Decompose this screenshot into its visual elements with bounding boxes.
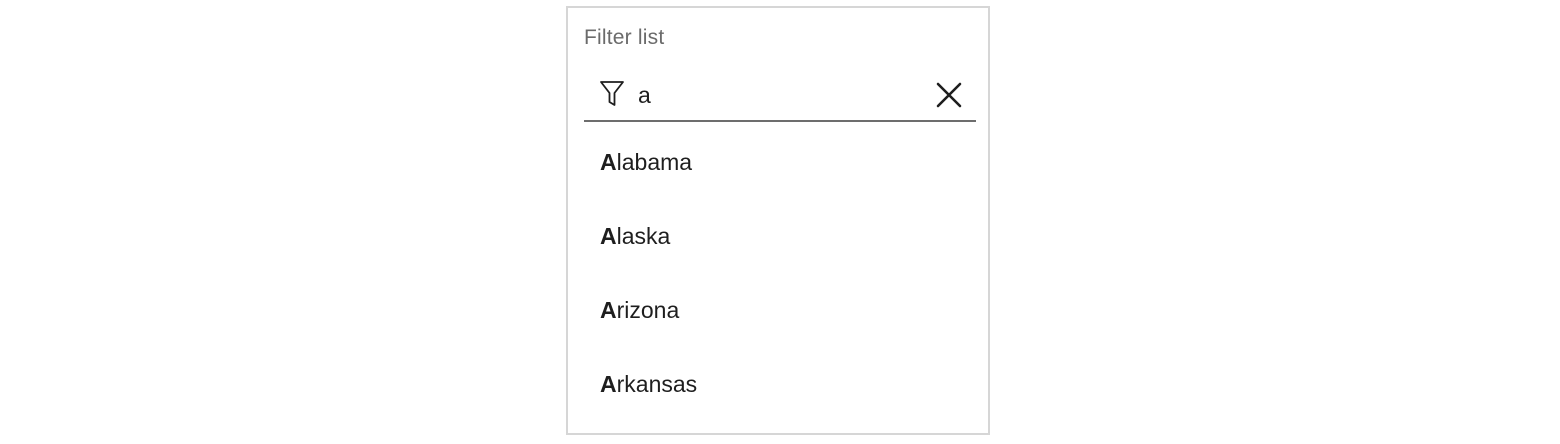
match-highlight: A	[600, 371, 617, 397]
list-item[interactable]: Alabama	[568, 130, 988, 204]
match-highlight: A	[600, 149, 617, 175]
list-item[interactable]: Alaska	[568, 204, 988, 278]
filter-list-panel: Filter list Alabama Alaska Arizona Arkan…	[566, 6, 990, 435]
filter-search-row	[584, 72, 976, 122]
item-label: laska	[616, 223, 671, 249]
close-icon	[934, 82, 964, 113]
filtered-results-list: Alabama Alaska Arizona Arkansas	[568, 130, 988, 426]
list-item[interactable]: Arizona	[568, 278, 988, 352]
match-highlight: A	[600, 223, 617, 249]
item-label: labama	[616, 149, 693, 175]
filter-list-label: Filter list	[584, 26, 665, 49]
filter-icon	[599, 80, 625, 108]
item-label: rkansas	[616, 371, 698, 397]
list-item[interactable]: Arkansas	[568, 352, 988, 426]
filter-search-input[interactable]	[638, 78, 918, 112]
item-label: rizona	[616, 297, 680, 323]
match-highlight: A	[600, 297, 617, 323]
clear-filter-button[interactable]	[934, 80, 964, 110]
